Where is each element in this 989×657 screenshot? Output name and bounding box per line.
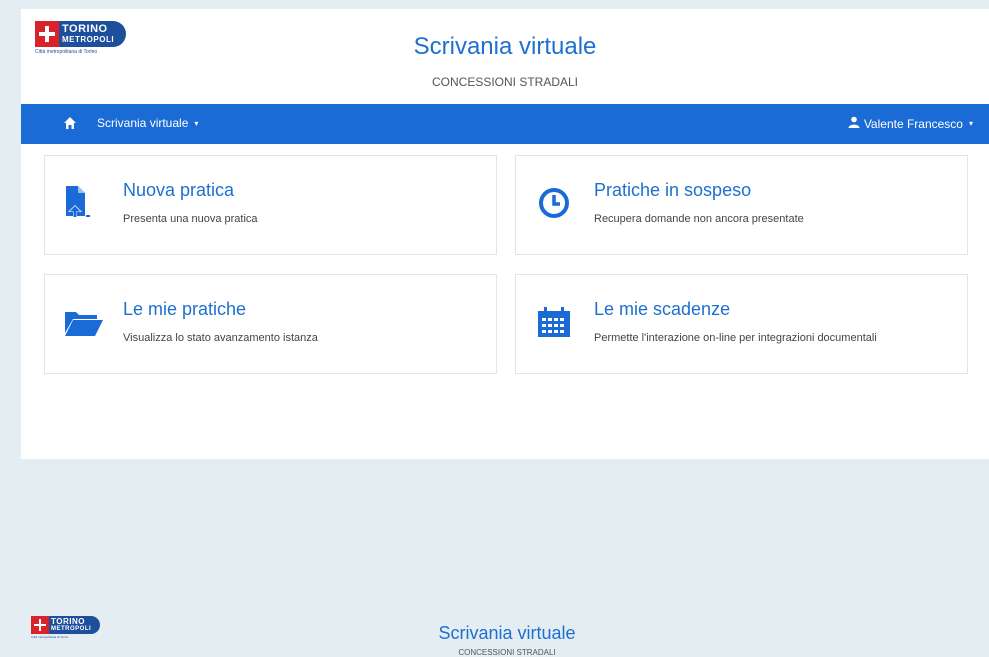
- user-menu[interactable]: Valente Francesco ▾: [848, 116, 973, 131]
- card-le-mie-scadenze[interactable]: Le mie scadenze Permette l'interazione o…: [515, 274, 968, 374]
- home-icon[interactable]: [63, 116, 77, 130]
- logo-caption: Città metropolitana di Torino: [35, 49, 98, 55]
- card-description: Presenta una nuova pratica: [123, 213, 258, 225]
- page-title: Scrivania virtuale: [438, 623, 576, 643]
- user-name: Valente Francesco: [863, 116, 963, 131]
- page-subtitle: CONCESSIONI STRADALI: [431, 75, 579, 89]
- card-title: Pratiche in sospeso: [594, 180, 752, 200]
- page-title: Scrivania virtuale: [413, 33, 597, 60]
- file-upload-icon: [63, 184, 103, 222]
- logo-caption: Città metropolitana di Torino: [31, 635, 69, 639]
- torino-metropoli-logo[interactable]: TORINO METROPOLI Città metropolitana di …: [35, 21, 127, 55]
- logo-word-bottom: METROPOLI: [51, 626, 92, 632]
- torino-metropoli-logo[interactable]: TORINO METROPOLI Città metropolitana di …: [31, 616, 101, 639]
- calendar-icon: [534, 303, 574, 341]
- logo-cross-icon: [31, 616, 49, 634]
- logo-word-top: TORINO: [51, 617, 85, 626]
- duplicate-header: TORINO METROPOLI Città metropolitana di …: [0, 600, 989, 657]
- card-le-mie-pratiche[interactable]: Le mie pratiche Visualizza lo stato avan…: [44, 274, 497, 374]
- caret-down-icon: ▾: [968, 119, 973, 128]
- card-title: Le mie scadenze: [594, 299, 731, 319]
- logo-word-bottom: METROPOLI: [62, 35, 115, 44]
- card-pratiche-in-sospeso[interactable]: Pratiche in sospeso Recupera domande non…: [515, 155, 968, 255]
- user-icon: [848, 116, 860, 131]
- top-navbar: Scrivania virtuale ▾ Valente Francesco ▾: [21, 104, 989, 144]
- card-description: Visualizza lo stato avanzamento istanza: [123, 332, 318, 344]
- card-title: Nuova pratica: [123, 180, 235, 200]
- card-nuova-pratica[interactable]: Nuova pratica Presenta una nuova pratica: [44, 155, 497, 255]
- scrivania-menu[interactable]: Scrivania virtuale ▾: [97, 116, 198, 130]
- main-page: TORINO METROPOLI Città metropolitana di …: [21, 9, 989, 459]
- card-description: Recupera domande non ancora presentate: [594, 213, 804, 225]
- logo-word-top: TORINO: [62, 23, 108, 35]
- logo-cross-icon: [35, 21, 59, 47]
- card-description: Permette l'interazione on-line per integ…: [594, 332, 877, 344]
- caret-down-icon: ▾: [194, 118, 199, 128]
- folder-open-icon: [63, 303, 103, 341]
- scrivania-menu-label: Scrivania virtuale: [97, 116, 189, 130]
- card-title: Le mie pratiche: [123, 299, 247, 319]
- clock-icon: [534, 184, 574, 222]
